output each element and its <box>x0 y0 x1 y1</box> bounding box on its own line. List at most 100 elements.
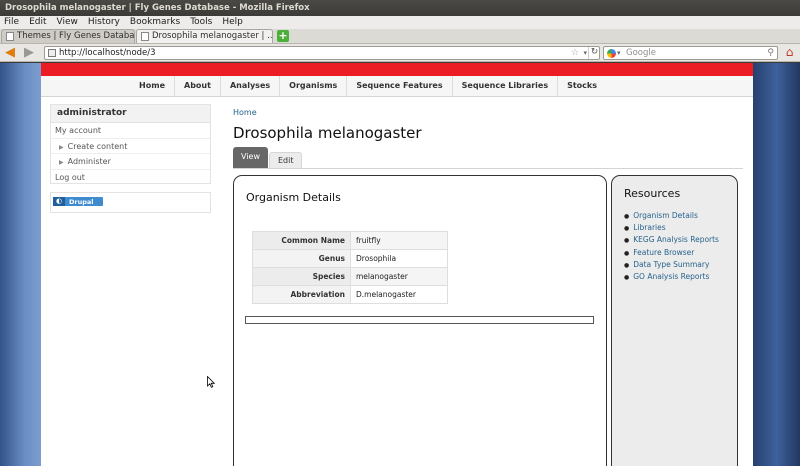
menu-bookmarks[interactable]: Bookmarks <box>125 16 185 29</box>
resources-list: ● Organism Details ● Libraries ● KEGG Analy… <box>624 210 719 283</box>
bullet-icon: ● <box>624 213 630 220</box>
expand-arrow-icon: ▶ <box>59 159 64 166</box>
resource-link-label: KEGG Analysis Reports <box>633 235 719 245</box>
page-favicon-icon <box>6 32 14 41</box>
tab-label: Themes | Fly Genes Database <box>17 31 135 41</box>
table-row: Abbreviation D.melanogaster <box>252 285 448 304</box>
navigation-toolbar: ◀ ▶ http://localhost/node/3 ☆ ▾ ↻ ▾ Goog… <box>0 44 800 62</box>
page-container: Home About Analyses Organisms Sequence F… <box>41 63 753 466</box>
nav-stocks[interactable]: Stocks <box>557 76 606 96</box>
breadcrumb[interactable]: Home <box>233 108 257 117</box>
node-tabs: View Edit <box>233 147 743 169</box>
tab-label: Drosophila melanogaster | ... <box>152 31 273 41</box>
user-block-title: administrator <box>51 105 210 123</box>
menu-help[interactable]: Help <box>217 16 248 29</box>
drupal-badge[interactable]: ◐ Drupal <box>53 197 103 206</box>
nav-sequence-features[interactable]: Sequence Features <box>346 76 451 96</box>
bookmark-star-icon[interactable]: ☆ <box>571 47 579 59</box>
mouse-cursor-icon <box>207 376 215 388</box>
sidebar-item-label: Administer <box>67 157 111 166</box>
sidebar-item-label: Log out <box>55 172 85 182</box>
tab-view[interactable]: View <box>233 147 268 168</box>
tab-drosophila[interactable]: Drosophila melanogaster | ... ✕ <box>136 29 273 43</box>
resource-link-label: GO Analysis Reports <box>633 272 710 282</box>
back-arrow-icon[interactable]: ◀ <box>2 46 18 60</box>
reload-icon[interactable]: ↻ <box>588 47 600 59</box>
row-key: Common Name <box>252 231 351 250</box>
resource-link-feature-browser[interactable]: ● Feature Browser <box>624 247 719 259</box>
row-key: Abbreviation <box>252 285 351 304</box>
bullet-icon: ● <box>624 274 630 282</box>
sidebar-item-log-out[interactable]: Log out <box>51 170 210 186</box>
menu-view[interactable]: View <box>52 16 83 29</box>
url-dropdown-icon[interactable]: ▾ <box>583 47 587 59</box>
window-title: Drosophila melanogaster | Fly Genes Data… <box>5 3 310 13</box>
primary-navigation: Home About Analyses Organisms Sequence F… <box>41 76 753 97</box>
window-title-bar: Drosophila melanogaster | Fly Genes Data… <box>0 0 800 16</box>
page-viewport: Home About Analyses Organisms Sequence F… <box>0 63 800 466</box>
page-title: Drosophila melanogaster <box>233 124 422 142</box>
page-favicon-icon <box>141 32 149 41</box>
resource-link-data-type-summary[interactable]: ● Data Type Summary <box>624 259 719 271</box>
url-text: http://localhost/node/3 <box>59 48 156 58</box>
tab-edit[interactable]: Edit <box>268 152 303 168</box>
tab-themes[interactable]: Themes | Fly Genes Database <box>1 29 135 43</box>
row-value: Drosophila <box>350 249 448 268</box>
table-row: Common Name fruitfly <box>252 231 448 250</box>
resources-panel: Resources ● Organism Details ● Libraries ●… <box>611 175 738 466</box>
resource-link-organism-details[interactable]: ● Organism Details <box>624 210 719 222</box>
resource-link-label: Organism Details <box>633 211 698 220</box>
expand-arrow-icon: ▶ <box>59 143 64 151</box>
page-background-right <box>753 63 800 466</box>
resource-link-label: Libraries <box>633 223 666 233</box>
forward-arrow-icon[interactable]: ▶ <box>21 46 37 60</box>
row-key: Genus <box>252 249 351 268</box>
resource-link-label: Feature Browser <box>633 247 695 257</box>
search-bar[interactable]: ▾ Google ⚲ <box>603 46 778 60</box>
user-menu-block: administrator My account ▶ Create content… <box>50 104 211 184</box>
row-key: Species <box>252 267 351 286</box>
search-icon[interactable]: ⚲ <box>767 47 774 59</box>
bullet-icon: ● <box>624 225 630 233</box>
bullet-icon: ● <box>624 237 630 245</box>
row-value: fruitfly <box>350 231 448 250</box>
nav-analyses[interactable]: Analyses <box>219 76 279 96</box>
sidebar-item-label: Create content <box>67 141 128 151</box>
organism-details-table: Common Name fruitfly Genus Drosophila Sp… <box>252 231 448 304</box>
menu-edit[interactable]: Edit <box>24 16 51 29</box>
new-tab-icon[interactable]: + <box>277 30 289 42</box>
nav-home[interactable]: Home <box>130 76 174 96</box>
resource-link-label: Data Type Summary <box>633 259 710 269</box>
home-icon[interactable]: ⌂ <box>782 46 797 60</box>
bullet-icon: ● <box>624 249 630 257</box>
row-value: melanogaster <box>350 267 448 286</box>
tab-strip: Themes | Fly Genes Database Drosophila m… <box>0 29 800 44</box>
resources-title: Resources <box>624 187 681 200</box>
menu-file[interactable]: File <box>0 16 24 29</box>
row-value: D.melanogaster <box>350 285 448 304</box>
empty-content-box <box>245 316 594 324</box>
sidebar-item-my-account[interactable]: My account <box>51 123 210 139</box>
nav-organisms[interactable]: Organisms <box>279 76 346 96</box>
search-engine-dropdown-icon[interactable]: ▾ <box>617 47 621 59</box>
drupal-badge-label: Drupal <box>69 197 94 206</box>
url-bar[interactable]: http://localhost/node/3 ☆ ▾ <box>44 46 600 60</box>
google-icon <box>607 49 616 58</box>
resource-link-kegg[interactable]: ● KEGG Analysis Reports <box>624 234 719 246</box>
sidebar-item-administer[interactable]: ▶ Administer <box>51 154 210 170</box>
organism-details-panel: Organism Details Common Name fruitfly Ge… <box>233 175 607 466</box>
nav-sequence-libraries[interactable]: Sequence Libraries <box>451 76 557 96</box>
bullet-icon: ● <box>624 261 630 269</box>
table-row: Genus Drosophila <box>252 249 448 268</box>
site-header-bar <box>41 63 753 76</box>
drupal-drop-icon: ◐ <box>53 197 65 206</box>
sidebar-item-create-content[interactable]: ▶ Create content <box>51 139 210 154</box>
menu-history[interactable]: History <box>83 16 125 29</box>
resource-link-go-analysis[interactable]: ● GO Analysis Reports <box>624 271 719 283</box>
nav-about[interactable]: About <box>174 76 220 96</box>
table-row: Species melanogaster <box>252 267 448 286</box>
panel-title: Organism Details <box>246 191 341 204</box>
menu-tools[interactable]: Tools <box>185 16 217 29</box>
search-placeholder: Google <box>626 48 656 58</box>
resource-link-libraries[interactable]: ● Libraries <box>624 222 719 234</box>
